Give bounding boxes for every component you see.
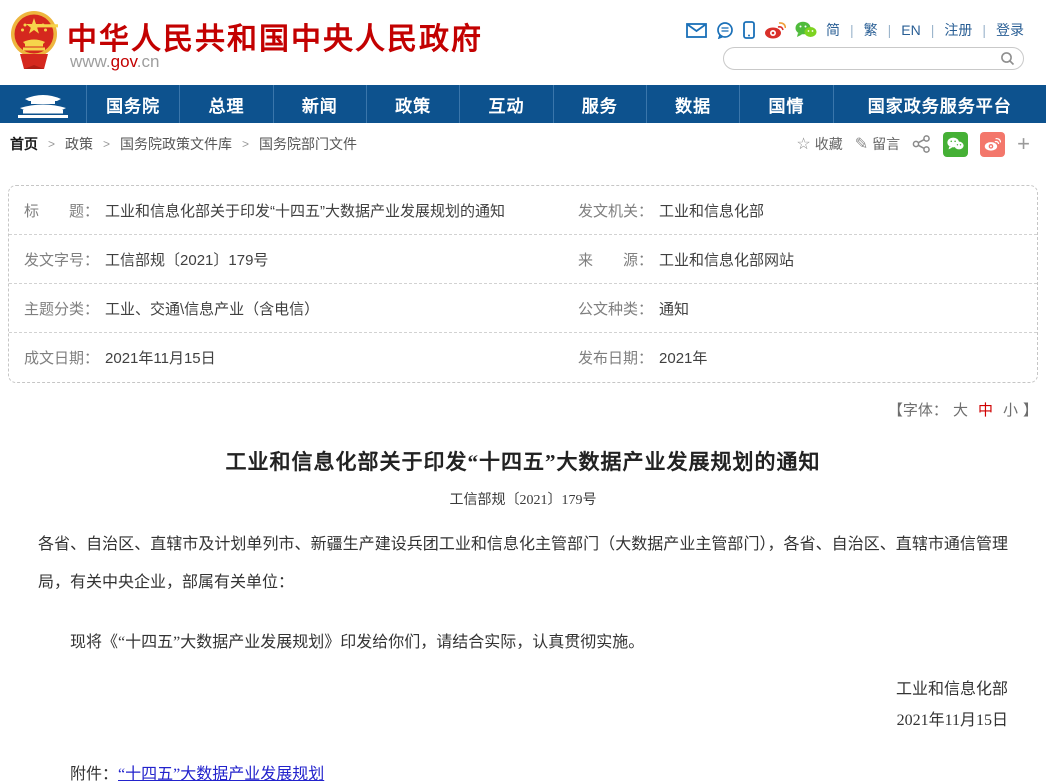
meta-label-source: 来 源： bbox=[578, 249, 653, 270]
meta-row-title-agency: 标 题： 工业和信息化部关于印发“十四五”大数据产业发展规划的通知 发文机关： … bbox=[9, 186, 1037, 235]
signature-org: 工业和信息化部 bbox=[38, 674, 1008, 705]
meta-label-document-type: 公文种类： bbox=[578, 298, 653, 319]
national-emblem-logo bbox=[10, 9, 58, 73]
breadcrumb: 首页 > 政策 > 国务院政策文件库 > 国务院部门文件 bbox=[10, 134, 357, 154]
breadcrumb-separator: > bbox=[242, 137, 249, 151]
header-tools: 简 | 繁 | EN | 注册 | 登录 bbox=[686, 20, 1024, 40]
mobile-icon[interactable] bbox=[743, 21, 755, 39]
share-nodes-icon bbox=[912, 135, 931, 153]
share-wechat-button[interactable] bbox=[943, 132, 968, 157]
font-bar-prefix: 【字体： bbox=[888, 402, 948, 419]
meta-value-written-date: 2021年11月15日 bbox=[105, 347, 216, 368]
nav-item-premier[interactable]: 总理 bbox=[179, 85, 272, 123]
nav-item-news[interactable]: 新闻 bbox=[273, 85, 366, 123]
meta-label-subject-category: 主题分类： bbox=[24, 298, 99, 319]
url-highlight: gov bbox=[111, 52, 137, 71]
tiananmen-icon bbox=[16, 91, 70, 118]
page-actions: ☆ 收藏 ✎ 留言 + bbox=[796, 132, 1030, 157]
font-medium-button[interactable]: 中 bbox=[978, 402, 993, 419]
meta-label-written-date: 成文日期： bbox=[24, 347, 99, 368]
comment-button[interactable]: ✎ 留言 bbox=[855, 134, 900, 154]
meta-label-title: 标 题： bbox=[24, 200, 99, 221]
nav-item-policy[interactable]: 政策 bbox=[366, 85, 459, 123]
search-icon[interactable] bbox=[1000, 51, 1015, 66]
login-link[interactable]: 登录 bbox=[996, 20, 1024, 40]
meta-row-dates: 成文日期： 2021年11月15日 发布日期： 2021年 bbox=[9, 333, 1037, 382]
url-suffix: .cn bbox=[137, 52, 160, 71]
meta-label-publish-date: 发布日期： bbox=[578, 347, 653, 368]
meta-value-source: 工业和信息化部网站 bbox=[659, 249, 794, 270]
signature-date: 2021年11月15日 bbox=[38, 705, 1008, 736]
article-title: 工业和信息化部关于印发“十四五”大数据产业发展规划的通知 bbox=[38, 446, 1008, 476]
meta-value-document-type: 通知 bbox=[659, 298, 689, 319]
article-paragraph-recipients: 各省、自治区、直辖市及计划单列市、新疆生产建设兵团工业和信息化主管部门（大数据产… bbox=[38, 526, 1008, 602]
breadcrumb-separator: > bbox=[103, 137, 110, 151]
main-nav: 国务院 总理 新闻 政策 互动 服务 数据 国情 国家政务服务平台 bbox=[0, 85, 1046, 123]
lang-traditional-link[interactable]: 繁 bbox=[864, 20, 878, 40]
breadcrumb-separator: > bbox=[48, 137, 55, 151]
article-doc-number: 工信部规〔2021〕179号 bbox=[38, 489, 1008, 509]
lang-simplified-link[interactable]: 简 bbox=[826, 20, 840, 40]
nav-item-national-conditions[interactable]: 国情 bbox=[739, 85, 832, 123]
breadcrumb-row: 首页 > 政策 > 国务院政策文件库 > 国务院部门文件 ☆ 收藏 ✎ 留言 bbox=[0, 123, 1046, 165]
search-box bbox=[723, 47, 1024, 70]
mail-icon[interactable] bbox=[686, 23, 707, 38]
weibo-icon bbox=[984, 137, 1001, 151]
nav-item-state-council[interactable]: 国务院 bbox=[86, 85, 179, 123]
attachment-line: 附件：“十四五”大数据产业发展规划 bbox=[38, 760, 1008, 784]
site-header: 中华人民共和国中央人民政府 www.gov.cn 简 | 繁 | EN | 注册… bbox=[0, 0, 1046, 85]
meta-label-doc-number: 发文字号： bbox=[24, 249, 99, 270]
share-weibo-button[interactable] bbox=[980, 132, 1005, 157]
nav-item-gov-service-platform[interactable]: 国家政务服务平台 bbox=[833, 85, 1046, 123]
attachment-label: 附件： bbox=[70, 766, 118, 783]
wechat-icon[interactable] bbox=[795, 21, 817, 39]
star-icon: ☆ bbox=[796, 134, 810, 154]
meta-value-title: 工业和信息化部关于印发“十四五”大数据产业发展规划的通知 bbox=[105, 200, 505, 221]
url-prefix: www. bbox=[70, 52, 111, 71]
search-input[interactable] bbox=[724, 48, 1000, 69]
breadcrumb-policy-library[interactable]: 国务院政策文件库 bbox=[120, 134, 232, 154]
message-bubble-icon[interactable] bbox=[716, 22, 734, 39]
meta-value-issuing-agency: 工业和信息化部 bbox=[659, 200, 764, 221]
gov-cn-page: { "header": { "site_title": "中华人民共和国中央人民… bbox=[0, 0, 1046, 751]
font-large-button[interactable]: 大 bbox=[953, 402, 968, 419]
weibo-icon[interactable] bbox=[764, 21, 786, 39]
meta-value-doc-number: 工信部规〔2021〕179号 bbox=[105, 249, 268, 270]
attachment-link[interactable]: “十四五”大数据产业发展规划 bbox=[118, 766, 324, 783]
site-url[interactable]: www.gov.cn bbox=[70, 52, 159, 72]
nav-home-icon[interactable] bbox=[0, 85, 86, 123]
favorite-button[interactable]: ☆ 收藏 bbox=[796, 134, 842, 154]
lang-english-link[interactable]: EN bbox=[901, 22, 920, 38]
breadcrumb-home[interactable]: 首页 bbox=[10, 134, 38, 154]
register-link[interactable]: 注册 bbox=[944, 20, 972, 40]
share-button[interactable] bbox=[912, 135, 931, 153]
article-paragraph-body: 现将《“十四五”大数据产业发展规划》印发给你们，请结合实际，认真贯彻实施。 bbox=[38, 624, 1008, 662]
font-bar-suffix: 】 bbox=[1023, 402, 1038, 419]
meta-value-subject-category: 工业、交通\信息产业（含电信） bbox=[105, 298, 319, 319]
document-meta-table: 标 题： 工业和信息化部关于印发“十四五”大数据产业发展规划的通知 发文机关： … bbox=[8, 185, 1038, 383]
nav-item-interaction[interactable]: 互动 bbox=[459, 85, 552, 123]
article: 工业和信息化部关于印发“十四五”大数据产业发展规划的通知 工信部规〔2021〕1… bbox=[0, 446, 1046, 784]
breadcrumb-department-documents[interactable]: 国务院部门文件 bbox=[259, 134, 357, 154]
font-size-controls: 【字体： 大中小】 bbox=[0, 399, 1038, 420]
article-signature: 工业和信息化部 2021年11月15日 bbox=[38, 674, 1008, 736]
wechat-icon bbox=[947, 137, 964, 151]
nav-item-services[interactable]: 服务 bbox=[553, 85, 646, 123]
more-actions-button[interactable]: + bbox=[1017, 133, 1030, 155]
pencil-icon: ✎ bbox=[855, 134, 868, 154]
font-small-button[interactable]: 小 bbox=[1003, 402, 1018, 419]
meta-row-category-type: 主题分类： 工业、交通\信息产业（含电信） 公文种类： 通知 bbox=[9, 284, 1037, 333]
comment-label: 留言 bbox=[872, 134, 900, 154]
meta-row-docnumber-source: 发文字号： 工信部规〔2021〕179号 来 源： 工业和信息化部网站 bbox=[9, 235, 1037, 284]
meta-label-issuing-agency: 发文机关： bbox=[578, 200, 653, 221]
breadcrumb-policy[interactable]: 政策 bbox=[65, 134, 93, 154]
favorite-label: 收藏 bbox=[815, 134, 843, 154]
meta-value-publish-date: 2021年 bbox=[659, 347, 707, 368]
nav-item-data[interactable]: 数据 bbox=[646, 85, 739, 123]
